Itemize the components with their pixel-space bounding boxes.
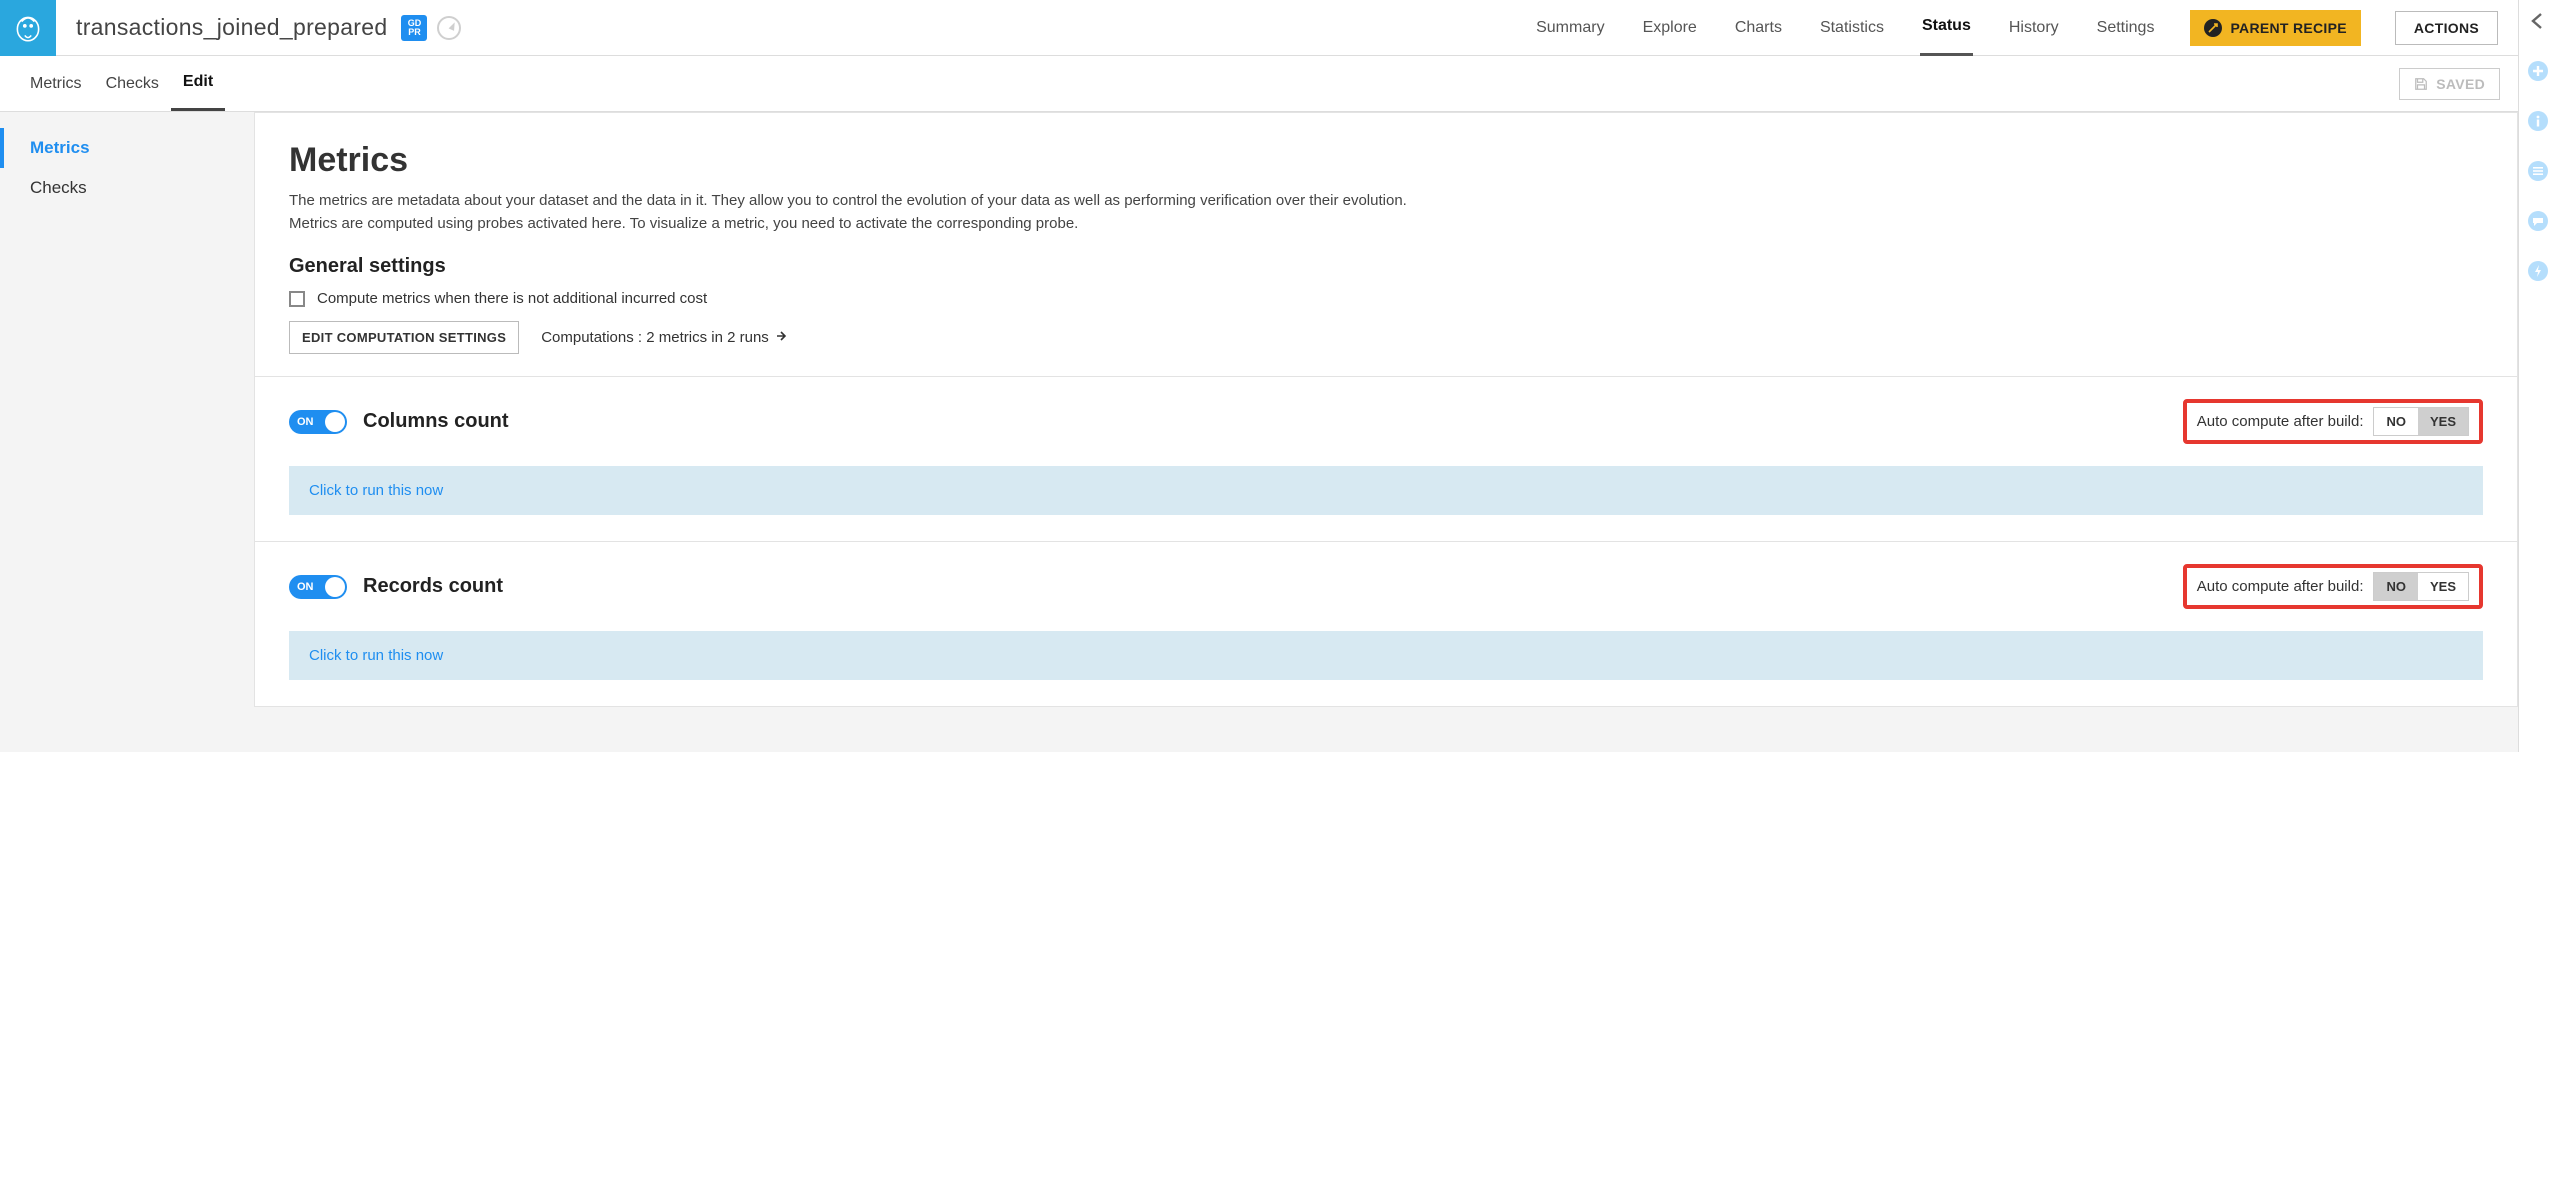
- saved-label: SAVED: [2436, 76, 2485, 92]
- collapse-rail-icon[interactable]: [2527, 10, 2549, 32]
- tab-charts[interactable]: Charts: [1733, 1, 1784, 55]
- auto-compute-toggle-records[interactable]: NO YES: [2373, 572, 2469, 601]
- gdpr-badge[interactable]: GD PR: [401, 15, 427, 41]
- list-icon[interactable]: [2527, 160, 2549, 182]
- run-now-records[interactable]: Click to run this now: [289, 631, 2483, 680]
- auto-no-columns[interactable]: NO: [2374, 408, 2418, 435]
- page-title: Metrics: [289, 141, 2483, 180]
- top-tabs: Summary Explore Charts Statistics Status…: [1534, 0, 2518, 56]
- info-icon[interactable]: [2527, 110, 2549, 132]
- dataset-title: transactions_joined_prepared: [76, 14, 387, 41]
- auto-yes-records[interactable]: YES: [2418, 573, 2468, 600]
- left-nav: Metrics Checks: [0, 112, 254, 752]
- leftnav-checks[interactable]: Checks: [0, 168, 254, 208]
- right-rail: [2518, 0, 2556, 752]
- parent-recipe-button[interactable]: PARENT RECIPE: [2190, 10, 2360, 46]
- leftnav-metrics[interactable]: Metrics: [0, 128, 254, 168]
- subtab-edit[interactable]: Edit: [171, 56, 225, 111]
- parent-recipe-label: PARENT RECIPE: [2230, 20, 2346, 36]
- toggle-on-label-2: ON: [297, 581, 314, 593]
- auto-no-records[interactable]: NO: [2374, 573, 2418, 600]
- chat-icon[interactable]: [2527, 210, 2549, 232]
- computations-text: Computations : 2 metrics in 2 runs: [541, 329, 769, 346]
- top-header: transactions_joined_prepared GD PR Summa…: [0, 0, 2518, 56]
- recipe-icon: [2204, 19, 2222, 37]
- postgres-logo-icon: [0, 0, 56, 56]
- compute-metrics-label: Compute metrics when there is not additi…: [317, 290, 707, 307]
- general-settings-heading: General settings: [289, 255, 2483, 278]
- sub-tab-row: Metrics Checks Edit SAVED: [0, 56, 2518, 112]
- compass-icon[interactable]: [437, 16, 461, 40]
- gdpr-line2: PR: [408, 28, 421, 37]
- arrow-right-icon[interactable]: [775, 329, 787, 346]
- actions-button[interactable]: ACTIONS: [2395, 11, 2498, 45]
- toggle-records-count[interactable]: ON: [289, 575, 347, 599]
- tab-history[interactable]: History: [2007, 1, 2061, 55]
- subtab-metrics[interactable]: Metrics: [18, 58, 94, 110]
- metric-title-columns: Columns count: [363, 410, 509, 433]
- bolt-icon[interactable]: [2527, 260, 2549, 282]
- page-description: The metrics are metadata about your data…: [289, 190, 1409, 235]
- saved-indicator: SAVED: [2399, 68, 2500, 100]
- tab-settings[interactable]: Settings: [2095, 1, 2157, 55]
- auto-compute-label-2: Auto compute after build:: [2197, 578, 2364, 595]
- auto-compute-box-columns: Auto compute after build: NO YES: [2183, 399, 2483, 444]
- tab-status[interactable]: Status: [1920, 0, 1973, 56]
- tab-explore[interactable]: Explore: [1641, 1, 1699, 55]
- save-icon: [2414, 77, 2428, 91]
- metric-records-count: ON Records count Auto compute after buil…: [255, 541, 2517, 706]
- tab-summary[interactable]: Summary: [1534, 1, 1606, 55]
- auto-compute-label: Auto compute after build:: [2197, 413, 2364, 430]
- metric-title-records: Records count: [363, 575, 503, 598]
- edit-computation-settings-button[interactable]: EDIT COMPUTATION SETTINGS: [289, 321, 519, 354]
- compute-metrics-checkbox[interactable]: [289, 291, 305, 307]
- auto-compute-toggle-columns[interactable]: NO YES: [2373, 407, 2469, 436]
- auto-yes-columns[interactable]: YES: [2418, 408, 2468, 435]
- tab-statistics[interactable]: Statistics: [1818, 1, 1886, 55]
- toggle-columns-count[interactable]: ON: [289, 410, 347, 434]
- toggle-on-label: ON: [297, 416, 314, 428]
- add-icon[interactable]: [2527, 60, 2549, 82]
- run-now-columns[interactable]: Click to run this now: [289, 466, 2483, 515]
- subtab-checks[interactable]: Checks: [94, 58, 171, 110]
- metric-columns-count: ON Columns count Auto compute after buil…: [255, 376, 2517, 541]
- auto-compute-box-records: Auto compute after build: NO YES: [2183, 564, 2483, 609]
